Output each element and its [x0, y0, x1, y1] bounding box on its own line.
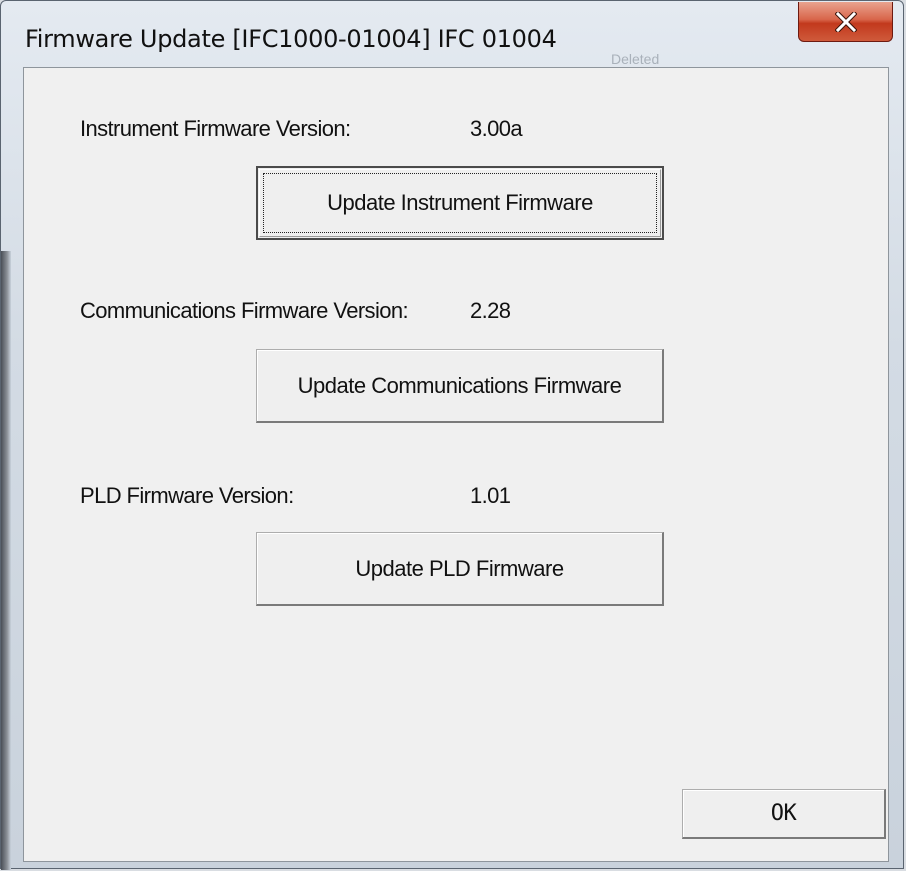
dialog-client-area: Instrument Firmware Version: 3.00a Updat…	[23, 67, 889, 862]
ok-label: OK	[770, 801, 797, 826]
window-frame-shadow	[1, 251, 11, 870]
pld-firmware-label: PLD Firmware Version:	[80, 483, 294, 508]
dialog-window: Firmware Update [IFC1000-01004] IFC 0100…	[0, 0, 904, 870]
ok-button[interactable]: OK	[682, 789, 886, 839]
instrument-firmware-version: 3.00a	[470, 116, 523, 141]
update-communications-firmware-label: Update Communications Firmware	[297, 372, 622, 398]
communications-firmware-label: Communications Firmware Version:	[80, 298, 409, 323]
window-title: Firmware Update [IFC1000-01004] IFC 0100…	[25, 25, 557, 53]
update-instrument-firmware-button[interactable]: Update Instrument Firmware	[256, 166, 664, 240]
background-window-title: Deleted	[611, 51, 660, 67]
close-icon	[834, 11, 857, 32]
update-communications-firmware-button[interactable]: Update Communications Firmware	[256, 349, 664, 423]
update-pld-firmware-label: Update PLD Firmware	[355, 555, 564, 581]
focus-ring	[263, 173, 657, 233]
update-pld-firmware-button[interactable]: Update PLD Firmware	[256, 532, 664, 606]
close-button[interactable]	[798, 2, 893, 42]
instrument-firmware-label: Instrument Firmware Version:	[80, 116, 351, 141]
pld-firmware-version: 1.01	[470, 483, 511, 508]
communications-firmware-version: 2.28	[470, 298, 511, 323]
